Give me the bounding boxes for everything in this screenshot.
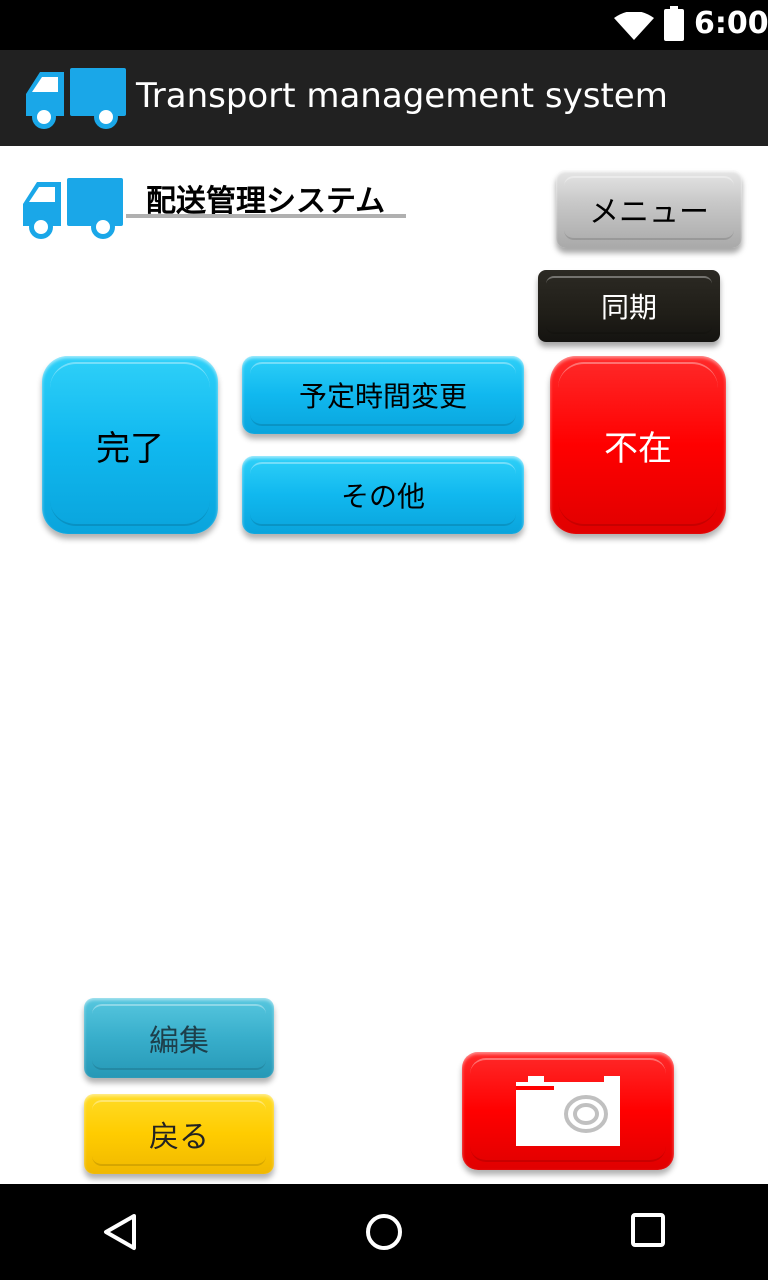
edit-button[interactable]: 編集: [84, 998, 274, 1078]
back-button-label: 戻る: [149, 1120, 209, 1155]
camera-icon: [516, 1076, 620, 1146]
complete-button-label: 完了: [96, 428, 164, 469]
reschedule-button[interactable]: 予定時間変更: [242, 356, 524, 434]
app-title: Transport management system: [136, 76, 668, 116]
absent-button-label: 不在: [604, 428, 672, 469]
menu-button-label: メニュー: [589, 195, 709, 230]
other-button[interactable]: その他: [242, 456, 524, 534]
complete-button[interactable]: 完了: [42, 356, 218, 534]
back-button[interactable]: 戻る: [84, 1094, 274, 1174]
sync-button[interactable]: 同期: [538, 270, 720, 342]
battery-icon: [664, 6, 684, 41]
back-icon[interactable]: [100, 1212, 140, 1252]
recents-icon[interactable]: [630, 1212, 666, 1248]
title-underline: [126, 214, 406, 218]
menu-button[interactable]: メニュー: [556, 170, 742, 248]
home-icon[interactable]: [364, 1212, 404, 1252]
edit-button-label: 編集: [149, 1024, 209, 1059]
other-button-label: その他: [340, 480, 425, 513]
navigation-bar: [0, 1184, 768, 1280]
reschedule-button-label: 予定時間変更: [298, 380, 467, 413]
sync-button-label: 同期: [600, 291, 657, 324]
camera-button[interactable]: [462, 1052, 674, 1170]
absent-button[interactable]: 不在: [550, 356, 726, 534]
status-bar: 6:00: [0, 0, 768, 50]
truck-logo-icon: [23, 178, 123, 239]
truck-icon: [26, 68, 126, 129]
app-bar: Transport management system: [0, 50, 768, 146]
status-time: 6:00: [694, 6, 768, 41]
wifi-icon: [614, 12, 654, 40]
